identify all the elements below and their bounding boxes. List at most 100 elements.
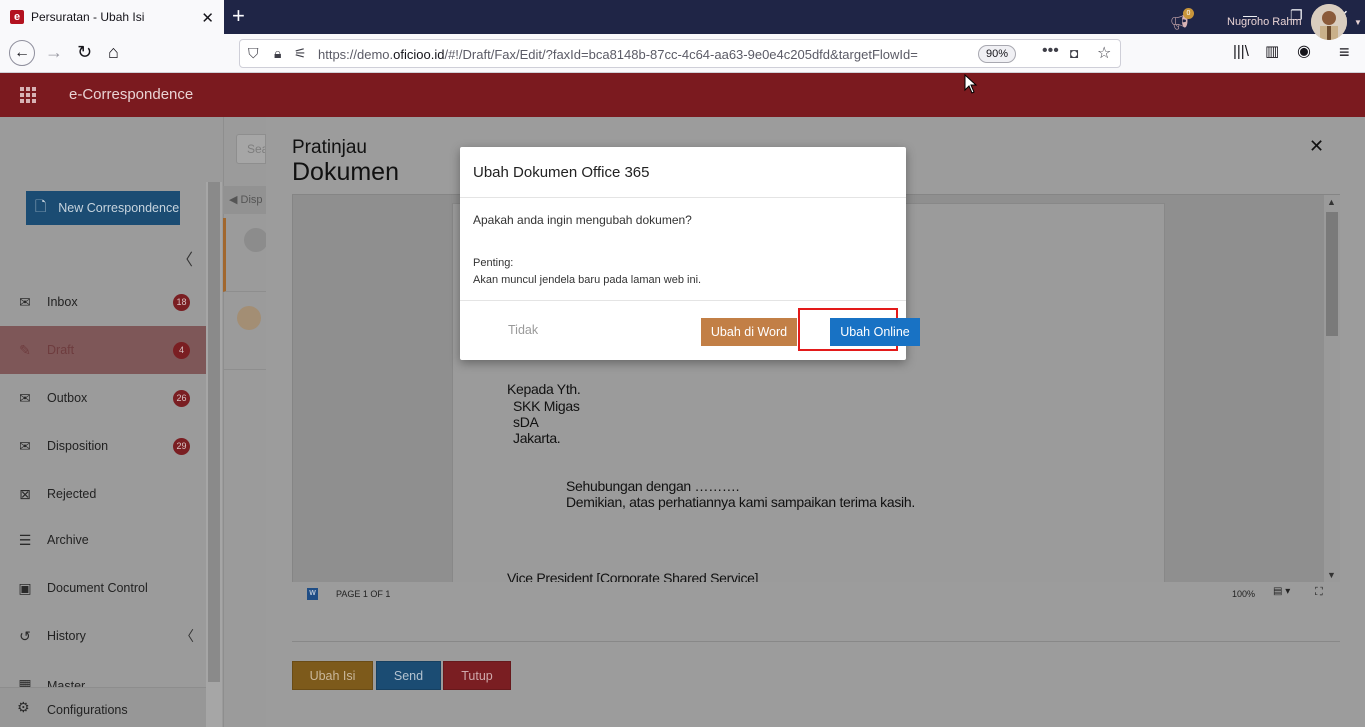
edit-online-button[interactable]: Ubah Online <box>830 318 920 346</box>
notification-badge: 0 <box>1183 8 1194 19</box>
sidebar-scrollbar-thumb[interactable] <box>208 182 220 682</box>
count-badge: 18 <box>173 293 190 311</box>
count-badge: 26 <box>173 389 190 407</box>
close-button[interactable]: Tutup <box>443 661 511 690</box>
scroll-down-icon[interactable]: ▼ <box>1327 570 1336 580</box>
menu-icon[interactable]: ≡ <box>1339 42 1350 62</box>
new-correspondence-label: New Correspondence <box>58 201 180 215</box>
doc-line: Vice President [Corporate Shared Service… <box>507 570 759 582</box>
pocket-icon[interactable]: ◘ <box>1070 45 1078 61</box>
divider <box>292 641 1340 642</box>
gear-icon: ⚙ <box>17 699 30 715</box>
doc-line: Demikian, atas perhatiannya kami sampaik… <box>566 494 915 510</box>
outbox-icon: ✉ <box>19 389 31 406</box>
app-favicon-icon: e <box>10 10 24 24</box>
sidebar-item-label: Rejected <box>47 487 97 501</box>
list-tab-header[interactable]: ◀ Disp <box>223 186 266 214</box>
configurations-label: Configurations <box>47 703 128 717</box>
sidebar-item-master[interactable]: ▦ Master <box>0 660 206 687</box>
page-view-icon[interactable]: ▤ ▾ <box>1273 586 1290 597</box>
no-button[interactable]: Tidak <box>508 323 538 337</box>
sidebar-toggle-icon[interactable]: ▥ <box>1265 42 1279 62</box>
draft-icon: ✎ <box>19 341 31 358</box>
archive-icon: ☰ <box>18 531 32 548</box>
app-title: e-Correspondence <box>69 86 194 103</box>
sidebar-item-draft[interactable]: ✎ Draft 4 <box>0 326 206 374</box>
doc-line: Sehubungan dengan ………. <box>566 478 740 494</box>
browser-tabbar: e Persuratan - Ubah Isi ✕ + — ❐ ✕ <box>0 0 1365 34</box>
search-input[interactable]: Sea <box>236 134 266 164</box>
sidebar-item-document-control[interactable]: ▣ Document Control <box>0 564 206 612</box>
viewer-zoom[interactable]: 100% <box>1232 589 1255 599</box>
apps-grid-icon[interactable] <box>20 87 36 103</box>
permissions-icon[interactable]: ⚟ <box>294 45 307 62</box>
user-menu-caret-icon[interactable]: ▼ <box>1354 18 1362 27</box>
disposition-icon: ✉ <box>19 437 31 454</box>
doc-line: Kepada Yth. <box>507 381 581 397</box>
collapse-sidebar-icon[interactable]: 〈 <box>177 246 193 270</box>
avatar <box>237 306 261 330</box>
doc-line: Jakarta. <box>513 430 561 446</box>
app-header: e-Correspondence <box>0 73 1365 117</box>
master-icon: ▦ <box>18 676 32 687</box>
sidebar-item-archive[interactable]: ☰ Archive <box>0 516 206 564</box>
sidebar-item-inbox[interactable]: ✉ Inbox 18 <box>0 278 206 326</box>
sidebar-item-disposition[interactable]: ✉ Disposition 29 <box>0 422 206 470</box>
account-icon[interactable]: ◉ <box>1297 42 1311 62</box>
browser-tab[interactable]: e Persuratan - Ubah Isi ✕ <box>0 0 224 34</box>
divider <box>460 197 906 198</box>
new-correspondence-button[interactable]: 🗋 New Correspondence <box>26 191 180 225</box>
sidebar-item-outbox[interactable]: ✉ Outbox 26 <box>0 374 206 422</box>
sidebar-item-label: Draft <box>47 343 75 357</box>
user-name[interactable]: Nugroho Rahm <box>1227 16 1302 28</box>
edit-in-word-button[interactable]: Ubah di Word <box>701 318 797 346</box>
doc-line: sDA <box>513 414 539 430</box>
sidebar-item-label: Master <box>47 679 86 687</box>
edit-content-button[interactable]: Ubah Isi <box>292 661 373 690</box>
tab-title: Persuratan - Ubah Isi <box>31 10 145 24</box>
divider <box>460 300 906 301</box>
fullscreen-icon[interactable]: ⛶ <box>1315 586 1323 599</box>
sidebar-item-label: Outbox <box>47 391 88 405</box>
list-item[interactable] <box>223 292 266 370</box>
browser-navbar: ← → ↻ ⌂ ⛉ 🔒︎ ⚟ https://demo.oficioo.id/#… <box>0 34 1365 73</box>
new-tab-icon[interactable]: + <box>232 5 245 27</box>
viewer-scrollbar-thumb[interactable] <box>1326 212 1338 336</box>
shield-icon[interactable]: ⛉ <box>248 45 259 62</box>
chevron-left-icon: 〈 <box>180 628 194 644</box>
home-icon[interactable]: ⌂ <box>108 42 119 62</box>
configurations-bar[interactable]: ⚙ Configurations <box>0 687 222 727</box>
close-icon[interactable]: ✕ <box>1309 136 1324 157</box>
document-control-icon: ▣ <box>18 579 32 596</box>
list-item[interactable] <box>223 218 268 292</box>
forward-icon[interactable]: → <box>45 42 63 62</box>
viewer-footer <box>292 582 1340 606</box>
new-document-icon: 🗋 <box>35 198 47 214</box>
count-badge: 4 <box>173 341 190 359</box>
back-icon[interactable]: ← <box>9 40 35 66</box>
scroll-up-icon[interactable]: ▲ <box>1327 197 1336 207</box>
tab-close-icon[interactable]: ✕ <box>201 9 214 27</box>
dialog-question: Apakah anda ingin mengubah dokumen? <box>473 213 692 227</box>
bookmark-star-icon[interactable]: ☆ <box>1097 43 1111 63</box>
list-tab-label: Disp <box>240 194 263 206</box>
url-bar[interactable]: ⛉ 🔒︎ ⚟ https://demo.oficioo.id/#!/Draft/… <box>239 39 1121 68</box>
sidebar-item-history[interactable]: ↺ History 〈 <box>0 612 206 660</box>
sidebar-item-rejected[interactable]: ⊠ Rejected <box>0 470 206 518</box>
zoom-level-badge[interactable]: 90% <box>978 45 1016 63</box>
dialog-note-text: Akan muncul jendela baru pada laman web … <box>473 274 702 286</box>
word-file-icon: W <box>307 588 318 600</box>
count-badge: 29 <box>173 437 190 455</box>
preview-title-large: Dokumen <box>292 158 399 186</box>
sidebar-item-label: Archive <box>47 533 89 547</box>
screen: e Persuratan - Ubah Isi ✕ + — ❐ ✕ ← → ↻ … <box>0 0 1365 727</box>
library-icon[interactable]: |||\ <box>1233 42 1249 62</box>
reload-icon[interactable]: ↻ <box>77 42 92 62</box>
history-icon: ↺ <box>19 627 31 644</box>
lock-icon[interactable]: 🔒︎ <box>274 45 281 62</box>
send-button[interactable]: Send <box>376 661 441 690</box>
url-text[interactable]: https://demo.oficioo.id/#!/Draft/Fax/Edi… <box>318 47 968 62</box>
user-avatar[interactable] <box>1311 4 1347 40</box>
sidebar-item-label: Disposition <box>47 439 109 453</box>
more-actions-icon[interactable]: ••• <box>1042 42 1059 60</box>
